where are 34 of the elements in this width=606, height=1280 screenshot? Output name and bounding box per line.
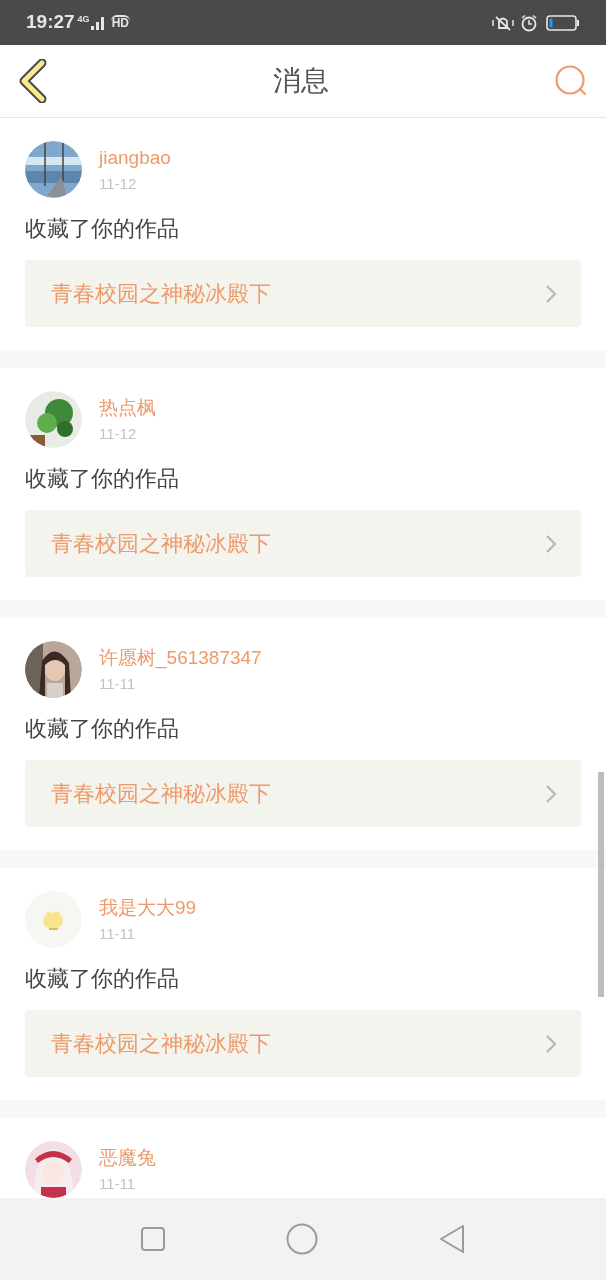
message-date: 11-11: [99, 924, 137, 944]
search-icon[interactable]: [554, 64, 588, 98]
clock: 19:27: [26, 10, 75, 35]
alarm-icon: [520, 13, 538, 32]
message-date: 11-12: [99, 424, 138, 444]
user-name[interactable]: 恶魔兔: [99, 1145, 156, 1171]
message-text: 收藏了你的作品: [25, 965, 180, 993]
chevron-right-icon: [545, 783, 557, 804]
user-name[interactable]: jiangbao: [99, 145, 171, 171]
message-text: 收藏了你的作品: [25, 215, 180, 243]
work-link[interactable]: 青春校园之神秘冰殿下: [25, 510, 581, 577]
hd-badge: HD: [110, 15, 130, 30]
signal-icon: [90, 15, 105, 30]
network-type: 4G: [77, 13, 90, 26]
vibrate-icon: [491, 13, 515, 32]
work-link[interactable]: 青春校园之神秘冰殿下: [25, 760, 581, 827]
message-date: 11-11: [99, 674, 137, 694]
work-link[interactable]: 青春校园之神秘冰殿下: [25, 1010, 581, 1077]
back-icon[interactable]: [438, 1224, 466, 1254]
work-link[interactable]: 青春校园之神秘冰殿下: [25, 260, 581, 327]
message-text: 收藏了你的作品: [25, 465, 180, 493]
message-date: 11-12: [99, 174, 138, 194]
message-text: 收藏了你的作品: [25, 715, 180, 743]
message-date: 11-11: [99, 1174, 137, 1194]
user-name[interactable]: 许愿树_561387347: [99, 645, 262, 671]
recent-apps-icon[interactable]: [140, 1226, 166, 1252]
chevron-right-icon: [545, 533, 557, 554]
battery-icon: [546, 13, 580, 32]
user-name[interactable]: 我是大大99: [99, 895, 197, 921]
user-name[interactable]: 热点枫: [99, 395, 156, 421]
page-title: 消息: [273, 64, 329, 98]
chevron-right-icon: [545, 1033, 557, 1054]
chevron-right-icon: [545, 283, 557, 304]
home-icon[interactable]: [286, 1223, 318, 1255]
